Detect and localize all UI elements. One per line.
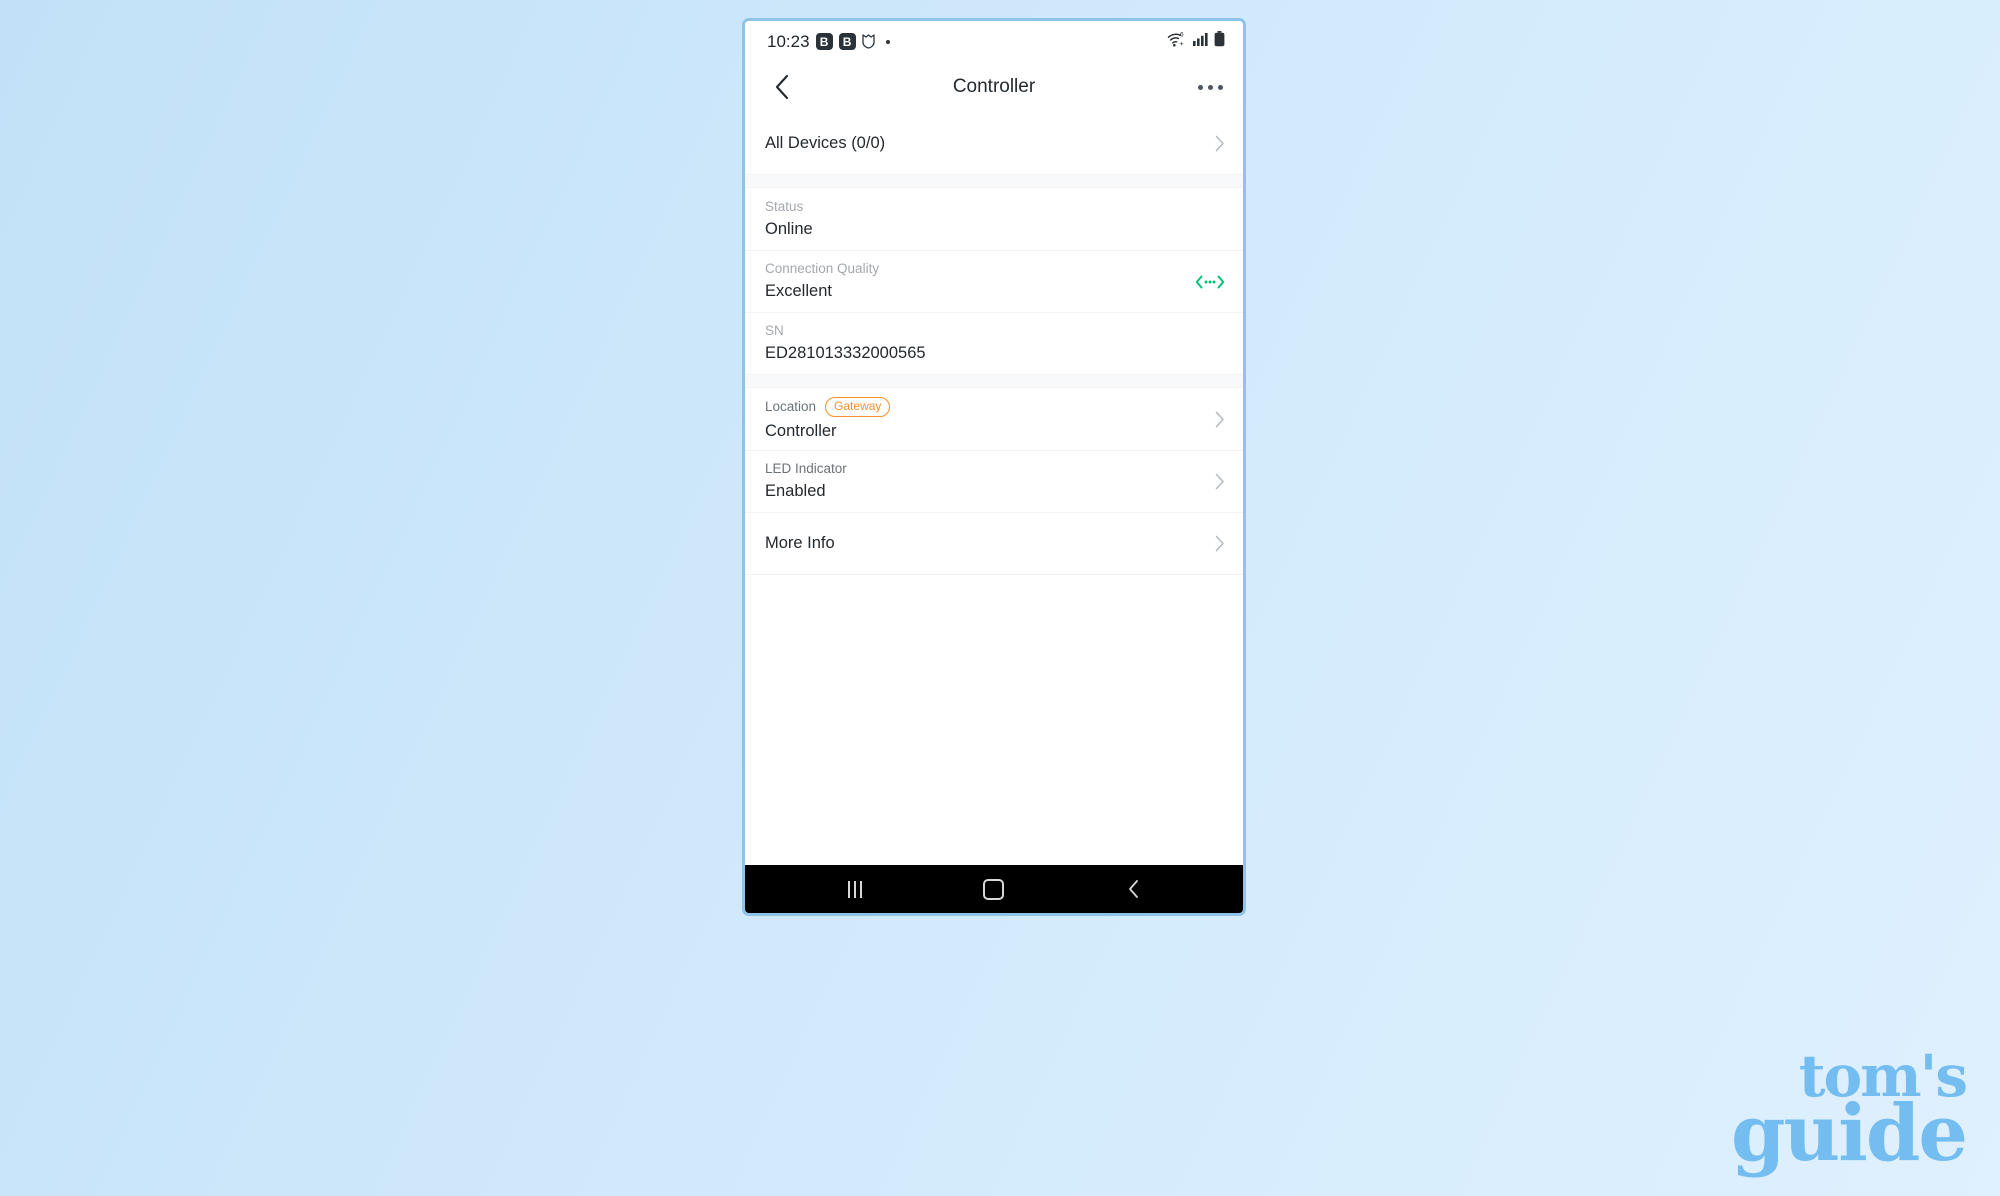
- row-connection-quality: Connection Quality Excellent: [745, 250, 1243, 312]
- chevron-right-icon: [1215, 535, 1225, 552]
- all-devices-label: All Devices (0/0): [765, 133, 886, 152]
- status-bar-right: 6 +: [1167, 31, 1225, 52]
- recent-apps-button[interactable]: [825, 865, 885, 913]
- chevron-right-icon: [1215, 411, 1225, 428]
- watermark-line-2: guide: [1730, 1088, 1968, 1180]
- led-indicator-value: Enabled: [765, 482, 826, 501]
- back-chevron-icon: [775, 74, 789, 100]
- android-nav-bar: [745, 865, 1243, 913]
- more-info-main: More Info: [765, 534, 1205, 553]
- location-main: Location Gateway Controller: [765, 396, 1205, 442]
- svg-text:+: +: [1179, 39, 1184, 47]
- gateway-badge: Gateway: [825, 396, 891, 417]
- dot-indicator-icon: [885, 39, 890, 44]
- cellular-signal-icon: [1193, 32, 1208, 51]
- content-area: All Devices (0/0) Status Online Connecti…: [745, 112, 1243, 865]
- connection-quality-main: Connection Quality Excellent: [765, 261, 1185, 302]
- sn-main: SN ED281013332000565: [765, 323, 1225, 364]
- section-separator-1: [745, 174, 1243, 188]
- connection-quality-value: Excellent: [765, 282, 832, 301]
- battery-full-icon: [1214, 31, 1225, 52]
- notification-badge-b-2: B: [838, 33, 856, 50]
- led-indicator-label: LED Indicator: [765, 461, 847, 476]
- location-value: Controller: [765, 421, 837, 440]
- recent-apps-icon-bar-3: [859, 880, 862, 898]
- recent-apps-icon: [847, 880, 862, 898]
- connection-quality-label: Connection Quality: [765, 261, 880, 276]
- overflow-menu-button[interactable]: [1196, 77, 1225, 98]
- page-title: Controller: [952, 76, 1036, 97]
- all-devices-main: All Devices (0/0): [765, 134, 1205, 153]
- status-value: Online: [765, 219, 813, 238]
- row-led-indicator[interactable]: LED Indicator Enabled: [745, 450, 1243, 512]
- recent-apps-icon-bar-1: [847, 880, 850, 898]
- overflow-menu-icon-dot-3: [1218, 84, 1223, 90]
- row-more-info[interactable]: More Info: [745, 512, 1243, 574]
- row-status: Status Online: [745, 188, 1243, 250]
- overflow-menu-icon-dot-2: [1208, 84, 1213, 90]
- led-indicator-main: LED Indicator Enabled: [765, 461, 1205, 502]
- wifi-6-icon: 6 +: [1167, 31, 1187, 52]
- home-button[interactable]: [964, 865, 1024, 913]
- toms-guide-watermark: tom's guide: [1730, 1047, 1968, 1180]
- location-label: Location: [765, 398, 817, 414]
- row-location[interactable]: Location Gateway Controller: [745, 388, 1243, 450]
- location-label-group: Location Gateway: [765, 396, 1205, 417]
- back-icon: [1128, 880, 1138, 898]
- status-main: Status Online: [765, 199, 1225, 240]
- recent-apps-icon-bar-2: [853, 880, 856, 898]
- home-icon: [983, 878, 1005, 900]
- svg-text:6: 6: [1180, 32, 1184, 39]
- status-bar-clock: 10:23: [767, 31, 810, 51]
- connection-quality-icon: [1195, 273, 1225, 291]
- chevron-right-icon: [1215, 473, 1225, 490]
- more-info-label: More Info: [765, 534, 835, 552]
- phone-frame: 10:23 B B 6 + Controller All Devices (0/…: [742, 18, 1246, 916]
- empty-space: [745, 575, 1243, 865]
- status-bar-left: 10:23 B B: [767, 32, 890, 52]
- sn-value: ED281013332000565: [765, 344, 926, 363]
- shield-icon: [861, 34, 875, 49]
- back-button[interactable]: [765, 70, 799, 104]
- overflow-menu-icon-dot-1: [1198, 84, 1203, 90]
- row-serial-number: SN ED281013332000565: [745, 312, 1243, 374]
- status-bar: 10:23 B B 6 +: [745, 21, 1243, 62]
- sn-label: SN: [765, 323, 784, 338]
- chevron-right-icon: [1215, 135, 1225, 152]
- status-label: Status: [765, 198, 804, 214]
- nav-back-button[interactable]: [1103, 865, 1163, 913]
- notification-badge-b-1: B: [815, 33, 833, 50]
- row-all-devices[interactable]: All Devices (0/0): [745, 112, 1243, 174]
- section-separator-2: [745, 374, 1243, 388]
- app-header: Controller: [745, 62, 1243, 112]
